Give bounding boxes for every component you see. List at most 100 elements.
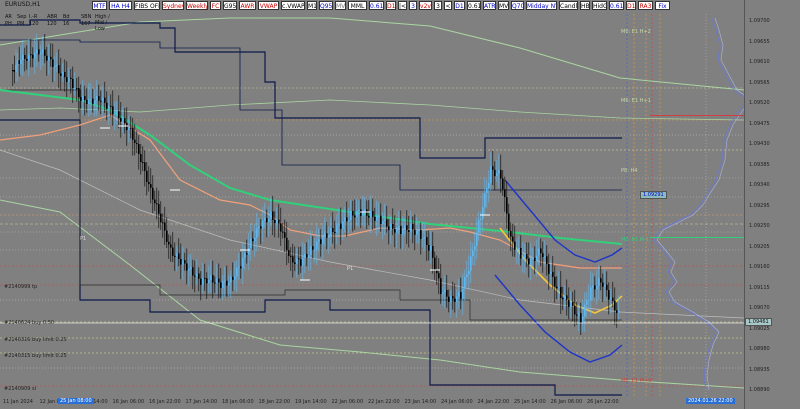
candle-body xyxy=(470,256,472,271)
candle-body xyxy=(590,287,592,300)
candle-body xyxy=(128,127,130,130)
stat-value-0: PH xyxy=(5,21,12,27)
candle-body xyxy=(544,256,546,258)
stat-header-4: Bd xyxy=(63,14,70,20)
candle-body xyxy=(500,170,502,179)
candle-body xyxy=(134,139,136,143)
candle-body xyxy=(576,314,578,316)
toolbar-button-mml-13[interactable]: MML xyxy=(348,1,367,10)
time-label: 16 Jan 22:00 xyxy=(149,399,181,405)
candle-body xyxy=(390,224,392,230)
candle-body xyxy=(240,266,242,269)
order-label-1[interactable]: #2140624 buy 0.50 xyxy=(4,320,54,326)
candle-body xyxy=(468,270,470,275)
toolbar-button-mtf-0[interactable]: MTF xyxy=(92,1,107,10)
toolbar-button-c-vwap-9[interactable]: c.VWAP xyxy=(281,1,305,10)
candle-body xyxy=(502,178,504,190)
candle-body xyxy=(28,54,30,61)
green-ma xyxy=(0,89,623,245)
candle-body xyxy=(422,238,424,240)
candle-body xyxy=(144,162,146,171)
toolbar-button---20[interactable]: < xyxy=(444,1,452,10)
toolbar-button-q70-25[interactable]: Q70 xyxy=(511,1,524,10)
toolbar-button-sydney-3[interactable]: Sydney xyxy=(162,1,184,10)
toolbar-button-ha-h4-1[interactable]: HA H4 xyxy=(109,1,132,10)
candle-body xyxy=(428,245,430,251)
candle-body xyxy=(574,305,576,315)
candle-body xyxy=(558,287,560,289)
candle-body xyxy=(538,248,540,256)
toolbar-button---16[interactable]: |< xyxy=(398,1,407,10)
candle-body xyxy=(58,65,60,74)
candle-body xyxy=(38,49,40,55)
candle-body xyxy=(480,218,482,221)
candle-body xyxy=(96,96,98,101)
candle-body xyxy=(122,118,124,122)
toolbar-button-candle-27[interactable]: Candle xyxy=(559,1,578,10)
order-label-0[interactable]: #2140999 tp xyxy=(4,284,37,290)
toolbar-button-v2v-18[interactable]: v2v xyxy=(419,1,432,10)
candle-body xyxy=(612,297,614,301)
candle-body xyxy=(360,209,362,216)
toolbar-button-d1-21[interactable]: D1 xyxy=(454,1,465,10)
candle-body xyxy=(52,59,54,67)
toolbar-button-hb-28[interactable]: HB xyxy=(580,1,590,10)
toolbar-button-3-19[interactable]: 3 xyxy=(434,1,442,10)
toolbar-button-mv-12[interactable]: MV xyxy=(335,1,346,10)
toolbar-button-mv-24[interactable]: MV xyxy=(498,1,509,10)
candle-body xyxy=(104,97,106,103)
candle-body xyxy=(156,203,158,205)
order-label-4[interactable]: #2140909 sl xyxy=(4,386,36,392)
time-axis: 11 Jan 202412 Jan 08:0015 Jan 14:0016 Ja… xyxy=(0,397,744,409)
toolbar-button-0-61-22[interactable]: 0.61 xyxy=(467,1,481,10)
toolbar-button-q95-11[interactable]: Q95 xyxy=(319,1,333,10)
candle-body xyxy=(584,304,586,317)
toolbar-button-midday-ny-26[interactable]: Midday NY xyxy=(526,1,557,10)
toolbar-button-d1-15[interactable]: D1 xyxy=(386,1,396,10)
candle-body xyxy=(602,282,604,287)
toolbar-button-0-61-30[interactable]: 0.61 xyxy=(609,1,624,10)
candle-body xyxy=(256,228,258,238)
candle-body xyxy=(114,113,116,115)
candle-body xyxy=(106,102,108,109)
toolbar-button-awr-7[interactable]: AWR xyxy=(239,1,256,10)
candle-body xyxy=(90,98,92,100)
candle-body xyxy=(354,215,356,218)
candle-body xyxy=(140,154,142,163)
candle-body xyxy=(334,232,336,234)
candle-body xyxy=(532,257,534,259)
candle-body xyxy=(596,285,598,290)
order-label-2[interactable]: #2140316 buy limit 0.25 xyxy=(4,337,67,343)
candle-body xyxy=(508,213,510,231)
toolbar-button-d1-31[interactable]: D1 xyxy=(626,1,636,10)
toolbar-button-vwap-8[interactable]: VWAP xyxy=(258,1,279,10)
candle-body xyxy=(564,295,566,300)
toolbar-button-3-17[interactable]: 3 xyxy=(409,1,417,10)
candle-body xyxy=(238,266,240,268)
price-chart[interactable] xyxy=(0,0,744,397)
toolbar-button-ra3-32[interactable]: RA3 xyxy=(638,1,653,10)
candle-body xyxy=(594,285,596,290)
toolbar-button-fibs-off-2[interactable]: FIBS OFF xyxy=(134,1,160,10)
order-label-3[interactable]: #2140315 buy limit 0.25 xyxy=(4,353,67,359)
candle-body xyxy=(68,77,70,82)
toolbar-button-weekly-4[interactable]: Weekly xyxy=(186,1,208,10)
candle-body xyxy=(582,316,584,323)
candle-body xyxy=(520,248,522,259)
candle-body xyxy=(416,231,418,235)
time-cursor-label: 25 Jan 08:00 xyxy=(58,398,94,404)
candle-body xyxy=(30,54,32,56)
candle-body xyxy=(222,281,224,289)
toolbar-button-0-61-14[interactable]: 0.61 xyxy=(369,1,384,10)
toolbar-button-fc-5[interactable]: FC xyxy=(210,1,221,10)
toolbar-button-g95-6[interactable]: G95 xyxy=(223,1,237,10)
candle-body xyxy=(100,100,102,102)
toolbar-button-hidg-29[interactable]: HidG xyxy=(592,1,607,10)
candle-body xyxy=(24,55,26,59)
candle-body xyxy=(60,73,62,76)
candle-body xyxy=(18,60,20,64)
toolbar-button-m1-10[interactable]: M1 xyxy=(307,1,317,10)
toolbar-button-fix-33[interactable]: Fix xyxy=(655,1,670,10)
toolbar-button-atr-23[interactable]: ATR xyxy=(483,1,496,10)
candle-body xyxy=(308,254,310,258)
